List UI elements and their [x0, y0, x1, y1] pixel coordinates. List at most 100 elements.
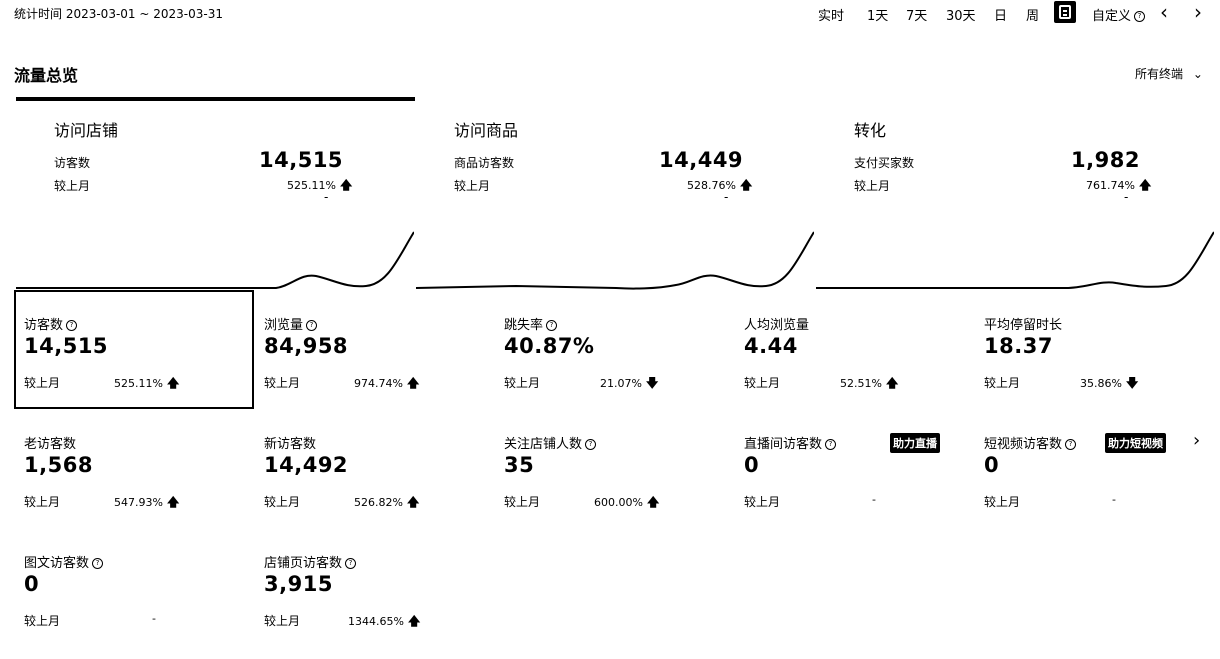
metric-label-text: 图文访客数 [24, 556, 90, 571]
metric-value: 14,515 [24, 334, 109, 358]
help-icon[interactable]: ? [92, 558, 104, 569]
arrow-up-icon: 🡅 [885, 376, 899, 390]
metric-label-text: 店铺页访客数 [264, 556, 343, 571]
help-icon[interactable]: ? [345, 558, 357, 569]
metric-label: 关注店铺人数? [504, 433, 597, 452]
chevron-left-icon[interactable]: ‹ [1160, 0, 1168, 24]
overview-delta: 525.11% 🡅 [287, 176, 352, 197]
chevron-right-icon[interactable]: › [1194, 0, 1202, 24]
chevron-right-icon[interactable]: › [1193, 430, 1200, 451]
stat-time: 统计时间 2023-03-01 ~ 2023-03-31 [14, 7, 223, 21]
period-day[interactable]: 日 [994, 5, 1007, 24]
overview-value: 1,982 [1071, 148, 1140, 172]
period-1day[interactable]: 1天 [867, 5, 888, 24]
metric-card[interactable]: 店铺页访客数? 3,915 较上月 1344.65% 🡅 [264, 552, 484, 642]
metric-value: 0 [744, 453, 760, 477]
help-icon[interactable]: ? [306, 320, 318, 331]
arrow-up-icon: 🡅 [166, 376, 180, 390]
overview-title: 访问商品 [454, 121, 519, 140]
custom-period[interactable]: 自定义? [1092, 5, 1146, 24]
delta-value: 52.51% [840, 377, 882, 390]
metric-value: 1,568 [24, 453, 93, 477]
period-realtime[interactable]: 实时 [818, 5, 844, 24]
overview-value: 14,515 [259, 148, 344, 172]
delta-value: 600.00% [594, 496, 643, 509]
metric-compare: 较上月 [264, 614, 301, 628]
overview-compare: 较上月 [854, 179, 891, 193]
sparkline-product [416, 231, 814, 290]
metric-label-text: 新访客数 [264, 437, 317, 452]
active-tab-indicator [16, 97, 415, 101]
metric-delta: - [152, 612, 156, 625]
overview-label: 支付买家数 [854, 156, 915, 170]
overview-title: 转化 [854, 121, 887, 140]
delta-value: - [1112, 493, 1116, 506]
sparkline-store [16, 231, 414, 289]
metric-label: 访客数? [24, 314, 78, 333]
boost-video-badge[interactable]: 助力短视频 [1105, 433, 1166, 453]
help-icon[interactable]: ? [66, 320, 78, 331]
metric-label: 老访客数 [24, 433, 76, 452]
delta-value: 525.11% [287, 179, 336, 192]
period-week[interactable]: 周 [1026, 5, 1039, 24]
help-icon: ? [1134, 11, 1146, 22]
period-7day[interactable]: 7天 [906, 5, 927, 24]
metric-label: 平均停留时长 [984, 314, 1062, 333]
metric-value: 0 [24, 572, 40, 596]
arrow-up-icon: 🡅 [739, 178, 753, 192]
metric-label: 浏览量? [264, 314, 318, 333]
help-icon[interactable]: ? [585, 439, 597, 450]
metric-label-text: 直播间访客数 [744, 437, 823, 452]
metric-card[interactable]: 人均浏览量 4.44 较上月 52.51% 🡅 [744, 314, 964, 404]
metric-card[interactable]: 图文访客数? 0 较上月 - [24, 552, 244, 642]
metric-label: 人均浏览量 [744, 314, 809, 333]
metric-compare: 较上月 [264, 376, 301, 390]
chevron-down-icon: ⌄ [1192, 67, 1203, 81]
sparkline-conversion [816, 231, 1214, 289]
delta-value: 35.86% [1080, 377, 1122, 390]
delta-value: 525.11% [114, 377, 163, 390]
metric-compare: 较上月 [984, 495, 1021, 509]
section-title: 流量总览 [14, 66, 79, 85]
metric-label-text: 老访客数 [24, 437, 77, 452]
metric-card[interactable]: 短视频访客数? 0 较上月 - [984, 433, 1204, 523]
metric-card[interactable]: 跳失率? 40.87% 较上月 21.07% 🡇 [504, 314, 724, 404]
overview-delta: 528.76% 🡅 [687, 176, 752, 197]
metric-card[interactable]: 浏览量? 84,958 较上月 974.74% 🡅 [264, 314, 484, 404]
delta-value: - [152, 612, 156, 625]
arrow-up-icon: 🡅 [646, 495, 660, 509]
month-calendar-button[interactable] [1054, 1, 1076, 23]
metric-label: 跳失率? [504, 314, 558, 333]
metric-delta: 21.07% 🡇 [600, 374, 658, 395]
overview-value: 14,449 [659, 148, 744, 172]
help-icon[interactable]: ? [825, 439, 837, 450]
metric-compare: 较上月 [984, 376, 1021, 390]
delta-value: 526.82% [354, 496, 403, 509]
metric-compare: 较上月 [504, 376, 541, 390]
overview-label: 访客数 [54, 156, 91, 170]
metric-label-text: 访客数 [24, 318, 64, 333]
metric-label: 直播间访客数? [744, 433, 837, 452]
metric-card[interactable]: 老访客数 1,568 较上月 547.93% 🡅 [24, 433, 244, 523]
period-30day[interactable]: 30天 [946, 5, 976, 24]
metric-label-text: 跳失率 [504, 318, 544, 333]
metric-label: 店铺页访客数? [264, 552, 357, 571]
metric-delta: 600.00% 🡅 [594, 493, 659, 514]
metric-label: 短视频访客数? [984, 433, 1077, 452]
metric-compare: 较上月 [504, 495, 541, 509]
overview-dash: - [724, 190, 729, 204]
metric-label-text: 平均停留时长 [984, 318, 1063, 333]
metric-delta: 525.11% 🡅 [114, 374, 179, 395]
boost-live-badge[interactable]: 助力直播 [890, 433, 940, 453]
help-icon[interactable]: ? [546, 320, 558, 331]
metric-label: 图文访客数? [24, 552, 104, 571]
metric-label-text: 短视频访客数 [984, 437, 1063, 452]
help-icon[interactable]: ? [1065, 439, 1077, 450]
metric-card[interactable]: 新访客数 14,492 较上月 526.82% 🡅 [264, 433, 484, 523]
arrow-up-icon: 🡅 [406, 376, 420, 390]
terminal-filter[interactable]: 所有终端 ⌄ [1135, 65, 1203, 82]
metric-card[interactable]: 平均停留时长 18.37 较上月 35.86% 🡇 [984, 314, 1204, 404]
metric-card[interactable]: 访客数? 14,515 较上月 525.11% 🡅 [24, 314, 244, 404]
metric-card[interactable]: 关注店铺人数? 35 较上月 600.00% 🡅 [504, 433, 724, 523]
arrow-up-icon: 🡅 [1138, 178, 1152, 192]
